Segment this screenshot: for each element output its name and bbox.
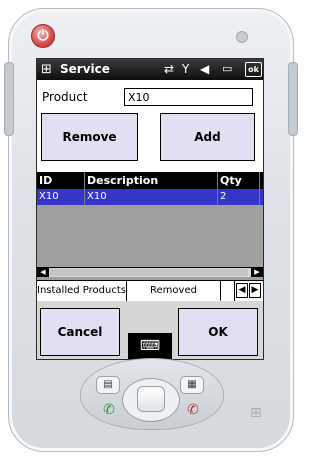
product-label: Product <box>42 90 88 104</box>
column-header-qty[interactable]: Qty <box>220 172 258 189</box>
remove-button[interactable]: Remove <box>41 113 138 161</box>
call-icon[interactable]: ✆ <box>100 402 118 418</box>
table-cell-description: X10 <box>87 191 107 202</box>
column-divider <box>84 172 85 205</box>
column-divider <box>217 172 218 205</box>
add-button[interactable]: Add <box>160 113 255 161</box>
table-cell-id: X10 <box>39 191 59 202</box>
tab-strip: Installed Products Removed Products ◀ ▶ <box>37 280 263 316</box>
table-cell-qty: 2 <box>220 191 227 202</box>
keyboard-icon[interactable]: ⌨ <box>128 333 172 359</box>
left-softkey-icon[interactable]: ▤ <box>96 376 120 394</box>
volume-icon[interactable]: ◀ <box>200 61 209 77</box>
title-ok-button[interactable]: ok <box>245 62 262 77</box>
right-softkey-icon[interactable]: ▦ <box>180 376 204 394</box>
tab-overflow[interactable] <box>221 281 235 301</box>
column-header-description[interactable]: Description <box>87 172 213 189</box>
title-bar: ⊞ Service ⇄ Y ◀ ▭ ok <box>37 59 263 80</box>
softkey-area: Cancel OK ⌨ <box>37 301 263 359</box>
column-divider <box>259 172 260 205</box>
product-input[interactable]: X10 <box>124 88 253 106</box>
dpad-center-button[interactable] <box>137 386 165 412</box>
power-button[interactable]: ⏻ <box>31 24 55 48</box>
windows-logo-icon: ⊞ <box>250 405 262 421</box>
side-button-right[interactable] <box>288 62 298 136</box>
notification-led <box>236 31 248 43</box>
scrollbar-thumb[interactable] <box>50 269 248 276</box>
cancel-button[interactable]: Cancel <box>40 308 120 356</box>
tab-scroll-right-icon[interactable]: ▶ <box>249 283 261 298</box>
tab-removed-products[interactable]: Removed Products <box>127 281 221 316</box>
power-icon: ⏻ <box>37 28 49 44</box>
side-button-left[interactable] <box>4 62 14 136</box>
horizontal-scrollbar[interactable]: ◀ ▶ <box>37 267 263 277</box>
end-call-icon[interactable]: ✆ <box>184 402 202 418</box>
column-header-id[interactable]: ID <box>39 172 83 189</box>
windows-flag-icon[interactable]: ⊞ <box>41 62 52 77</box>
tab-scroll-left-icon[interactable]: ◀ <box>236 283 248 298</box>
tab-installed-products[interactable]: Installed Products <box>37 281 127 301</box>
window-title: Service <box>60 62 110 76</box>
screen: ⊞ Service ⇄ Y ◀ ▭ ok Product X10 Remove … <box>36 58 264 360</box>
no-signal-icon[interactable]: Y <box>182 61 189 77</box>
connectivity-icon[interactable]: ⇄ <box>164 61 174 77</box>
scroll-right-icon[interactable]: ▶ <box>251 268 263 277</box>
ok-button[interactable]: OK <box>178 308 258 356</box>
scroll-left-icon[interactable]: ◀ <box>37 268 49 277</box>
battery-icon[interactable]: ▭ <box>222 61 232 77</box>
